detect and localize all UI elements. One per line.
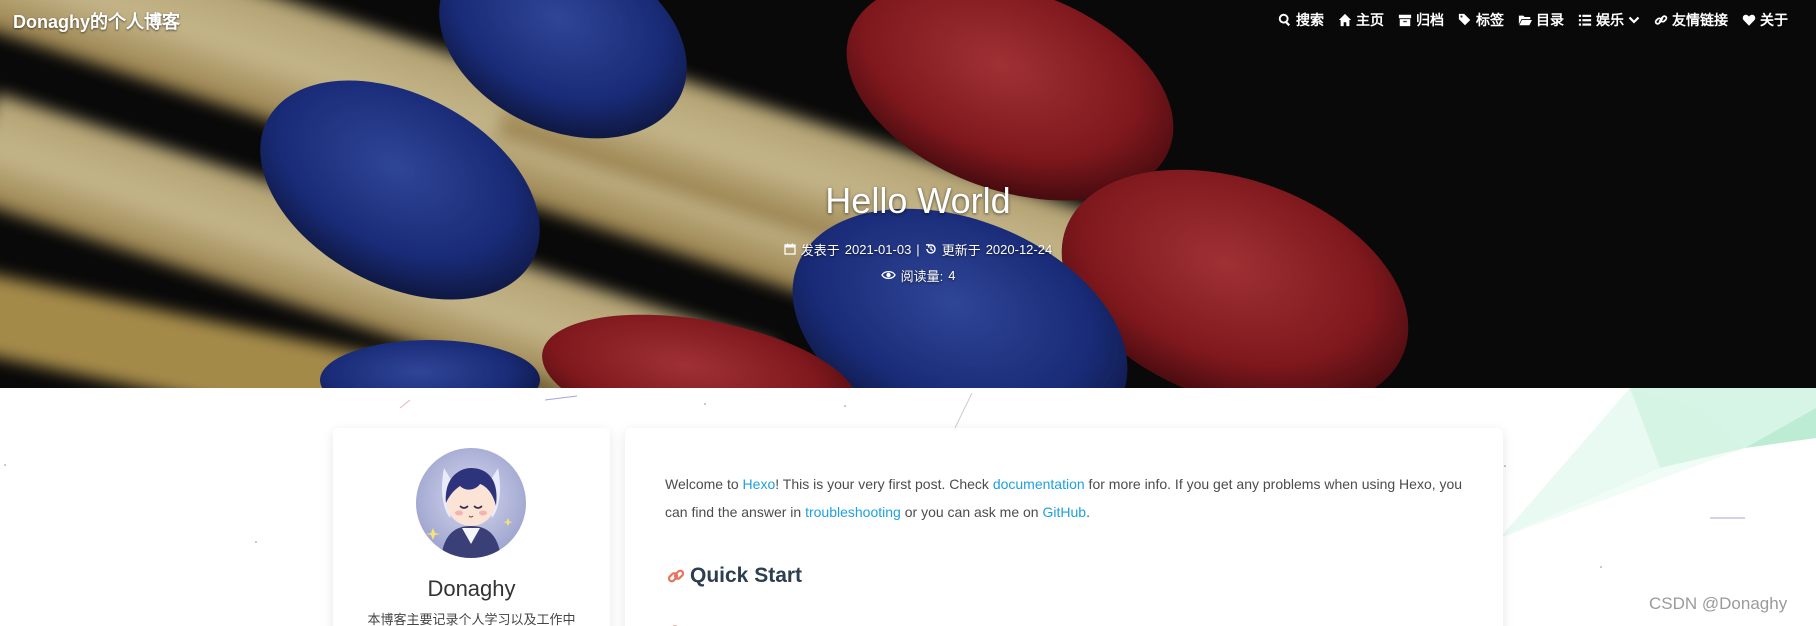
nav-categories[interactable]: 目录 [1518,10,1564,30]
troubleshooting-link[interactable]: troubleshooting [805,504,901,520]
section-heading-text: Quick Start [690,564,803,587]
views-count: 4 [948,267,956,283]
author-name: Donaghy [427,576,516,601]
nav-label: 友情链接 [1672,12,1728,28]
updated-label: 更新于 [941,242,981,258]
nav-about[interactable]: 关于 [1742,10,1788,30]
csdn-watermark: CSDN @Donaghy [1649,594,1788,613]
nav-label: 归档 [1416,12,1444,28]
calendar-icon [784,243,796,255]
text-segment: or you can ask me on [900,504,1043,520]
post-title: Hello World [825,180,1011,221]
author-card: Donaghy 本博客主要记录个人学习以及工作中 [333,428,610,626]
hero-banner: Donaghy的个人博客 搜索 主页 归档 标签 目录 娱乐 友情链接 关于 H… [0,0,1816,388]
updated-date: 2020-12-24 [985,241,1053,257]
nav-tags[interactable]: 标签 [1458,10,1504,30]
folder-open-icon [1518,15,1532,26]
nav-label: 主页 [1356,12,1384,28]
nav-label: 目录 [1536,12,1564,28]
meta-separator: | [916,241,920,257]
posted-label: 发表于 [800,242,840,258]
post-content-card: Welcome to Hexo! This is your very first… [625,428,1503,626]
text-segment: Welcome to [665,476,743,492]
section-heading: Quick Start [667,564,802,588]
documentation-link[interactable]: documentation [993,476,1085,492]
author-bio: 本博客主要记录个人学习以及工作中 [367,612,576,626]
nav-home[interactable]: 主页 [1338,10,1384,30]
text-segment: . [1086,504,1090,520]
history-icon [925,244,936,254]
nav-label: 标签 [1476,12,1504,28]
archive-icon [1398,14,1412,27]
nav-search[interactable]: 搜索 [1278,10,1324,30]
home-icon [1338,13,1352,27]
views-label: 阅读量: [900,268,944,284]
search-icon [1278,13,1291,27]
text-segment: ! This is your very first post. Check [775,476,993,492]
heart-icon [1742,14,1756,26]
author-avatar[interactable] [416,448,526,558]
site-brand[interactable]: Donaghy的个人博客 [13,8,180,34]
nav-friend-links[interactable]: 友情链接 [1654,10,1728,30]
nav-label: 娱乐 [1596,12,1624,28]
github-link[interactable]: GitHub [1042,504,1086,520]
anchor-link-icon[interactable] [667,567,685,585]
posted-date: 2021-01-03 [844,241,912,257]
chevron-down-icon [1628,16,1640,24]
tags-icon [1458,13,1471,26]
intro-paragraph: Welcome to Hexo! This is your very first… [665,470,1465,526]
post-meta: 发表于 2021-01-03 | 更新于 2020-12-24 阅读量: 4 [0,240,1816,284]
list-icon [1578,14,1592,26]
nav-entertainment[interactable]: 娱乐 [1578,10,1640,30]
link-icon [1654,15,1668,25]
nav-label: 关于 [1760,12,1788,28]
top-nav: 搜索 主页 归档 标签 目录 娱乐 友情链接 关于 [1278,10,1788,30]
eye-icon [880,270,896,280]
nav-label: 搜索 [1296,12,1324,28]
avatar-illustration [416,448,526,558]
nav-archive[interactable]: 归档 [1398,10,1444,30]
hexo-link[interactable]: Hexo [743,476,776,492]
